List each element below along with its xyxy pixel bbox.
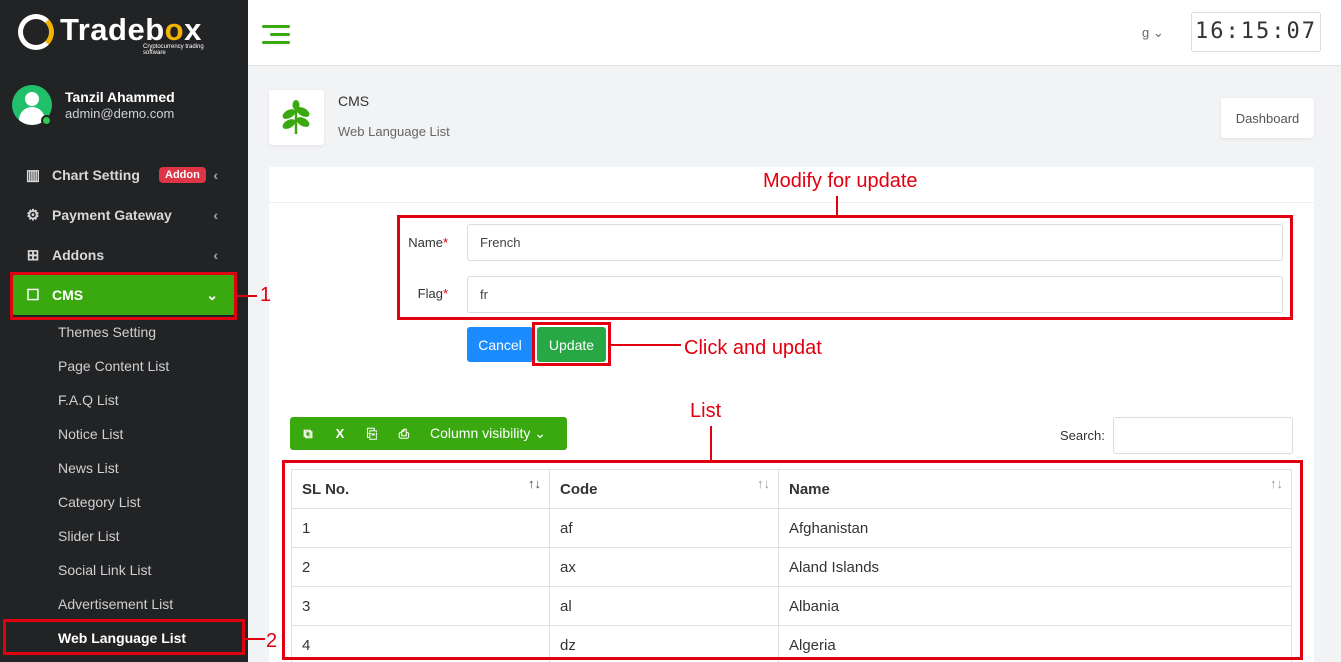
annotation-modify: Modify for update <box>763 170 918 192</box>
annotation-box-cms <box>10 272 237 320</box>
logo-icon <box>18 14 54 50</box>
cancel-button[interactable]: Cancel <box>467 327 533 362</box>
sidebar-item-addons[interactable]: ⊞ Addons ‹ <box>12 235 236 275</box>
pdf-icon[interactable]: ⎘ <box>356 426 388 442</box>
chevron-left-icon: ‹ <box>213 167 218 183</box>
sidebar-subitem-social-link-list[interactable]: Social Link List <box>58 562 151 578</box>
annotation-arrow <box>710 426 712 460</box>
excel-icon[interactable]: X <box>324 426 356 441</box>
leaf-icon <box>269 90 324 145</box>
sidebar: Tradebox Cryptocurrency trading software… <box>0 0 248 662</box>
annotation-click: Click and updat <box>684 337 822 359</box>
annotation-arrow <box>836 196 838 215</box>
annotation-list: List <box>690 400 722 422</box>
sidebar-subitem-advertisement-list[interactable]: Advertisement List <box>58 596 173 612</box>
menu-toggle-icon[interactable] <box>262 25 290 49</box>
annotation-step-2: 2 <box>266 630 278 652</box>
language-label: g <box>1142 25 1150 40</box>
sidebar-subitem-slider-list[interactable]: Slider List <box>58 528 119 544</box>
copy-icon[interactable]: ⧉ <box>292 426 324 442</box>
column-visibility-button[interactable]: Column visibility ⌄ <box>430 425 546 442</box>
user-email: admin@demo.com <box>65 106 175 121</box>
user-name: Tanzil Ahammed <box>65 89 175 105</box>
sitemap-icon: ⊞ <box>26 247 40 264</box>
sidebar-item-label: Payment Gateway <box>52 207 172 223</box>
chevron-down-icon: ⌄ <box>1152 25 1164 40</box>
column-visibility-label: Column visibility <box>430 425 531 441</box>
user-profile[interactable]: Tanzil Ahammed admin@demo.com <box>12 85 242 130</box>
digital-clock: 16:15:07 <box>1191 12 1321 52</box>
brand-tagline: Cryptocurrency trading software <box>143 44 204 56</box>
annotation-arrow <box>611 344 681 346</box>
table-export-toolbar: ⧉ X ⎘ ⎙ Column visibility ⌄ <box>290 417 567 450</box>
sidebar-subitem-category-list[interactable]: Category List <box>58 494 140 510</box>
annotation-arrow <box>237 295 257 297</box>
annotation-arrow <box>245 638 265 640</box>
dashboard-button[interactable]: Dashboard <box>1221 98 1314 138</box>
sidebar-item-chart-setting[interactable]: ▥ Chart Setting Addon ‹ <box>12 155 236 195</box>
sidebar-subitem-themes-setting[interactable]: Themes Setting <box>58 324 156 340</box>
annotation-box-web-language <box>3 619 245 655</box>
annotation-box-form <box>397 215 1293 320</box>
search-input[interactable] <box>1113 417 1293 454</box>
top-bar: g ⌄ 16:15:07 <box>248 0 1341 66</box>
sidebar-subitem-notice-list[interactable]: Notice List <box>58 426 123 442</box>
language-dropdown[interactable]: g ⌄ <box>1142 25 1164 41</box>
chart-icon: ▥ <box>25 167 41 184</box>
chevron-left-icon: ‹ <box>213 247 218 263</box>
addon-badge: Addon <box>159 167 206 183</box>
chevron-down-icon: ⌄ <box>534 425 546 441</box>
annotation-box-update <box>532 322 611 366</box>
sidebar-item-label: Addons <box>52 247 105 263</box>
sidebar-item-label: Chart Setting <box>52 167 140 183</box>
print-icon[interactable]: ⎙ <box>388 426 420 442</box>
search-label: Search: <box>1060 428 1105 443</box>
online-status-icon <box>41 115 52 126</box>
page-subtitle: Web Language List <box>338 124 450 139</box>
sidebar-subitem-page-content-list[interactable]: Page Content List <box>58 358 169 374</box>
annotation-step-1: 1 <box>260 284 272 306</box>
chevron-left-icon: ‹ <box>213 207 218 223</box>
annotation-box-list <box>282 460 1303 660</box>
brand-name: Tradebox <box>60 12 202 47</box>
sidebar-item-payment-gateway[interactable]: ⚙ Payment Gateway ‹ <box>12 195 236 235</box>
sidebar-subitem-news-list[interactable]: News List <box>58 460 119 476</box>
sidebar-subitem-faq-list[interactable]: F.A.Q List <box>58 392 119 408</box>
brand-logo[interactable]: Tradebox Cryptocurrency trading software <box>18 12 228 56</box>
gears-icon: ⚙ <box>26 207 40 224</box>
page-title: CMS <box>338 93 370 109</box>
